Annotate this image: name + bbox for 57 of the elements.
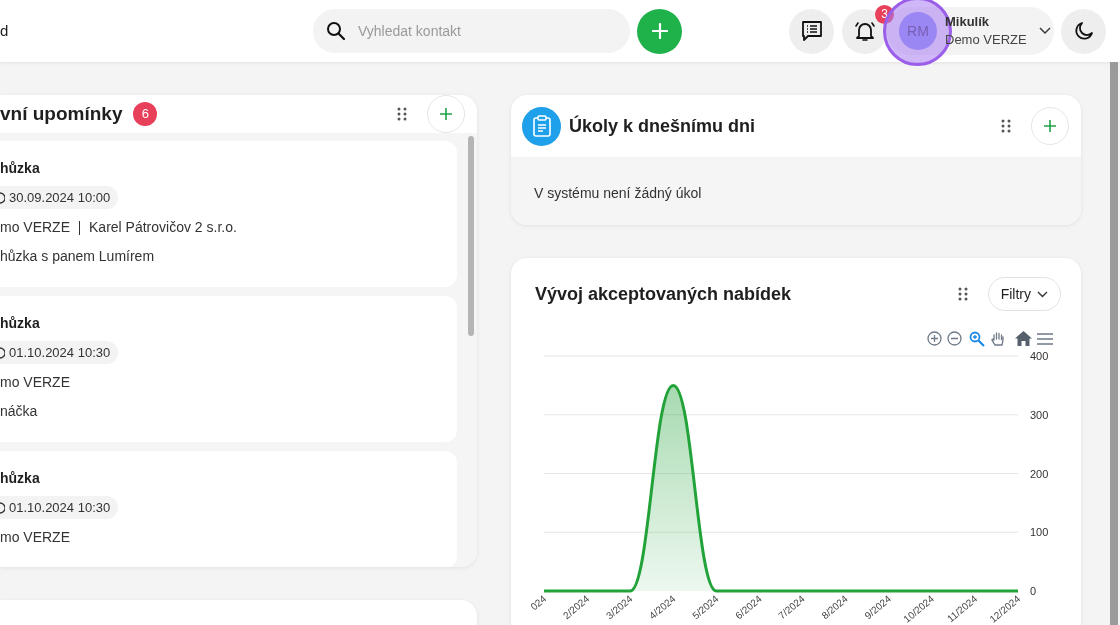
magnifier-icon[interactable] bbox=[969, 330, 985, 347]
search-field[interactable]: Vyhledat kontakt bbox=[313, 9, 630, 53]
search-icon bbox=[326, 21, 346, 41]
plus-icon bbox=[1043, 119, 1057, 133]
moon-icon bbox=[1073, 21, 1094, 41]
company-text: mo VERZE bbox=[0, 528, 70, 547]
plus-icon bbox=[439, 107, 453, 121]
notification-badge: 3 bbox=[875, 4, 894, 24]
datetime-chip: 01.10.2024 10:30 bbox=[0, 341, 119, 364]
theme-toggle-button[interactable] bbox=[1061, 8, 1106, 54]
reminder-item[interactable]: hůzka 30.09.2024 10:00 mo VERZE Karel Pátrovičov 2 s.r.o. hůzka s panem Lumírem bbox=[0, 141, 457, 287]
scrollbar-thumb[interactable] bbox=[468, 136, 474, 336]
menu-icon[interactable] bbox=[1037, 332, 1053, 345]
datetime-chip: 01.10.2024 10:30 bbox=[0, 496, 119, 519]
brand-text: d bbox=[0, 20, 10, 41]
clock-icon bbox=[0, 346, 5, 359]
reminder-note: hůzka s panem Lumírem bbox=[0, 247, 155, 266]
add-button[interactable] bbox=[637, 8, 682, 54]
hand-icon[interactable] bbox=[990, 330, 1006, 347]
empty-message: V systému není žádný úkol bbox=[534, 185, 702, 201]
datetime-chip: 30.09.2024 10:00 bbox=[0, 186, 119, 209]
y-tick-label: 0 bbox=[1030, 585, 1037, 597]
company-text: mo VERZE bbox=[0, 218, 70, 237]
reminder-item[interactable]: hůzka 01.10.2024 10:30 mo VERZE náčka bbox=[0, 296, 457, 442]
clipboard-icon bbox=[522, 106, 561, 146]
y-tick-label: 100 bbox=[1030, 526, 1049, 539]
contact-text: Karel Pátrovičov 2 s.r.o. bbox=[89, 218, 237, 237]
user-avatar: RM bbox=[899, 12, 937, 50]
message-list-icon bbox=[800, 20, 823, 42]
chevron-down-icon bbox=[1037, 290, 1048, 298]
card-title: Vývoj akceptovaných nabídek bbox=[535, 282, 792, 306]
reminder-note: náčka bbox=[0, 402, 38, 421]
drag-handle-icon[interactable] bbox=[1001, 119, 1011, 133]
zoom-in-icon[interactable] bbox=[927, 331, 942, 346]
drag-handle-icon[interactable] bbox=[397, 107, 407, 121]
clock-icon bbox=[0, 191, 5, 204]
messages-button[interactable] bbox=[789, 8, 834, 54]
reminder-item[interactable]: hůzka 01.10.2024 10:30 mo VERZE bbox=[0, 451, 457, 567]
y-tick-label: 400 bbox=[1030, 350, 1049, 362]
company-text: mo VERZE bbox=[0, 373, 70, 392]
card-title: vní upomínky bbox=[0, 101, 123, 126]
y-tick-label: 200 bbox=[1030, 467, 1049, 480]
count-badge: 6 bbox=[133, 102, 158, 126]
drag-handle-icon[interactable] bbox=[957, 287, 968, 301]
chevron-down-icon bbox=[1038, 27, 1051, 35]
reminder-title: hůzka bbox=[0, 469, 40, 488]
clock-icon bbox=[0, 501, 5, 514]
reminder-title: hůzka bbox=[0, 159, 40, 178]
home-icon[interactable] bbox=[1015, 331, 1032, 346]
bell-icon bbox=[853, 20, 876, 42]
plus-icon bbox=[651, 23, 668, 39]
card-title: Úkoly k dnešnímu dni bbox=[569, 114, 756, 138]
x-tick-label: 024 bbox=[528, 593, 549, 613]
reminder-title: hůzka bbox=[0, 314, 40, 333]
y-tick-label: 300 bbox=[1030, 408, 1049, 421]
zoom-out-icon[interactable] bbox=[947, 331, 962, 346]
notifications-button[interactable] bbox=[842, 8, 887, 54]
